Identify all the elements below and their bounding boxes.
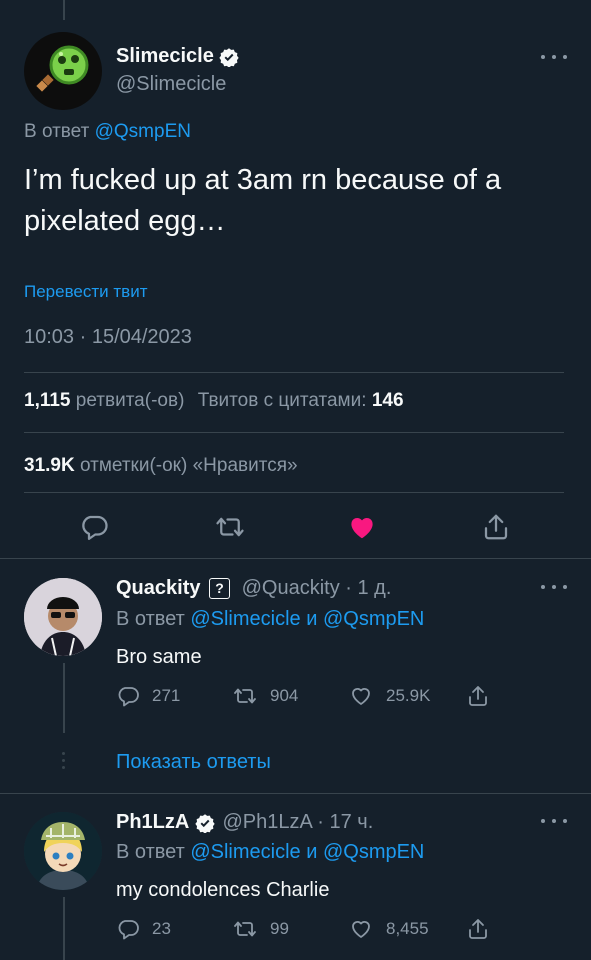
unknown-badge-icon: ? (209, 578, 231, 600)
reply2-reply-button[interactable]: 23 (116, 917, 171, 941)
quotes-count[interactable]: 146 (372, 390, 404, 411)
reply1-reply-button[interactable]: 271 (116, 684, 180, 708)
retweet-count: 99 (270, 919, 289, 938)
retweet-icon (216, 517, 244, 537)
ph1lza-avatar[interactable] (24, 812, 102, 890)
main-more-icon[interactable] (541, 50, 567, 64)
divider (24, 372, 564, 373)
retweet-stats[interactable]: 1,115 ретвита(-ов) Твитов с цитатами: 14… (24, 390, 404, 412)
reply2-header: Ph1LzA @Ph1LzA · 17 ч. (116, 811, 373, 834)
reply-icon (118, 920, 139, 940)
retweet-icon (234, 921, 256, 937)
slime-popsicle-icon (36, 45, 89, 92)
reply2-display-name[interactable]: Ph1LzA (116, 811, 189, 833)
share-icon (469, 919, 487, 939)
main-tweet-text: I’m fucked up at 3am rn because of a pix… (24, 164, 502, 237)
reply2-handle-time[interactable]: @Ph1LzA · 17 ч. (222, 811, 373, 833)
main-timestamp[interactable]: 10:03 · 15/04/2023 (24, 326, 192, 349)
reply1-text: Bro same (116, 646, 202, 668)
thread-line (63, 663, 65, 733)
display-name-text[interactable]: Slimecicle (116, 45, 214, 67)
reply-button[interactable] (79, 512, 109, 547)
slimecicle-avatar[interactable] (24, 32, 102, 110)
divider (0, 793, 591, 794)
reply1-share-button[interactable] (466, 684, 490, 708)
heart-icon (352, 688, 370, 705)
reply-icon (82, 515, 108, 540)
reply1-like-button[interactable]: 25.9K (348, 684, 430, 708)
anime-avatar-icon (24, 812, 102, 890)
likes-count[interactable]: 31.9K (24, 455, 75, 476)
reply-to-link[interactable]: @QsmpEN (95, 121, 191, 142)
retweets-label[interactable]: ретвита(-ов) (76, 390, 185, 411)
reply1-more-icon[interactable] (541, 580, 567, 594)
divider (24, 492, 564, 493)
reply-count: 23 (152, 919, 171, 938)
thread-dots-icon (61, 752, 67, 769)
reply2-share-button[interactable] (466, 917, 490, 941)
reply-icon (118, 687, 139, 707)
likes-label[interactable]: отметки(-ок) «Нравится» (80, 455, 298, 476)
reply1-retweet-button[interactable]: 904 (232, 684, 298, 708)
share-icon (469, 686, 487, 706)
translate-link[interactable]: Перевести твит (24, 282, 147, 302)
likes-stats[interactable]: 31.9K отметки(-ок) «Нравится» (24, 455, 298, 477)
main-display-name[interactable]: Slimecicle (116, 45, 240, 68)
reply-to-link[interactable]: @Slimecicle (190, 841, 300, 863)
divider (24, 432, 564, 433)
reply-count: 271 (152, 686, 181, 705)
heart-filled-icon (351, 517, 373, 539)
retweet-count: 904 (270, 686, 299, 705)
show-replies-link[interactable]: Показать ответы (116, 751, 271, 774)
reply-prefix: В ответ (24, 121, 90, 142)
reply1-header: Quackity ? @Quackity · 1 д. (116, 577, 391, 600)
reply-prefix: В ответ (116, 841, 185, 863)
reply2-retweet-button[interactable]: 99 (232, 917, 289, 941)
person-avatar-icon (24, 578, 102, 656)
heart-icon (352, 921, 370, 938)
divider (0, 558, 591, 559)
reply-to-link[interactable]: @Slimecicle (190, 608, 300, 630)
like-count: 25.9K (386, 686, 431, 705)
reply-to-link[interactable]: @QsmpEN (323, 841, 424, 863)
reply-and: и (306, 841, 318, 863)
reply1-context: В ответ @Slimecicle и @QsmpEN (116, 608, 424, 631)
reply-prefix: В ответ (116, 608, 185, 630)
thread-line-top (63, 0, 65, 20)
like-button[interactable] (346, 512, 378, 547)
reply2-like-button[interactable]: 8,455 (348, 917, 429, 941)
quackity-avatar[interactable] (24, 578, 102, 656)
share-icon (484, 514, 508, 540)
retweet-button[interactable] (214, 512, 246, 547)
reply-and: и (306, 608, 318, 630)
verified-icon (219, 47, 240, 67)
reply2-context: В ответ @Slimecicle и @QsmpEN (116, 841, 424, 864)
reply1-display-name[interactable]: Quackity (116, 577, 200, 599)
verified-icon (195, 813, 215, 833)
main-handle[interactable]: @Slimecicle (116, 73, 226, 96)
reply2-more-icon[interactable] (541, 814, 567, 828)
reply1-handle-time[interactable]: @Quackity · 1 д. (242, 577, 392, 599)
thread-line (63, 897, 65, 960)
reply-to-link[interactable]: @QsmpEN (323, 608, 424, 630)
like-count: 8,455 (386, 919, 429, 938)
main-reply-context: В ответ @QsmpEN (24, 121, 191, 143)
retweets-count[interactable]: 1,115 (24, 390, 71, 411)
retweet-icon (234, 688, 256, 704)
reply2-text: my condolences Charlie (116, 879, 330, 901)
quotes-label[interactable]: Твитов с цитатами: (198, 390, 367, 411)
share-button[interactable] (481, 512, 511, 547)
